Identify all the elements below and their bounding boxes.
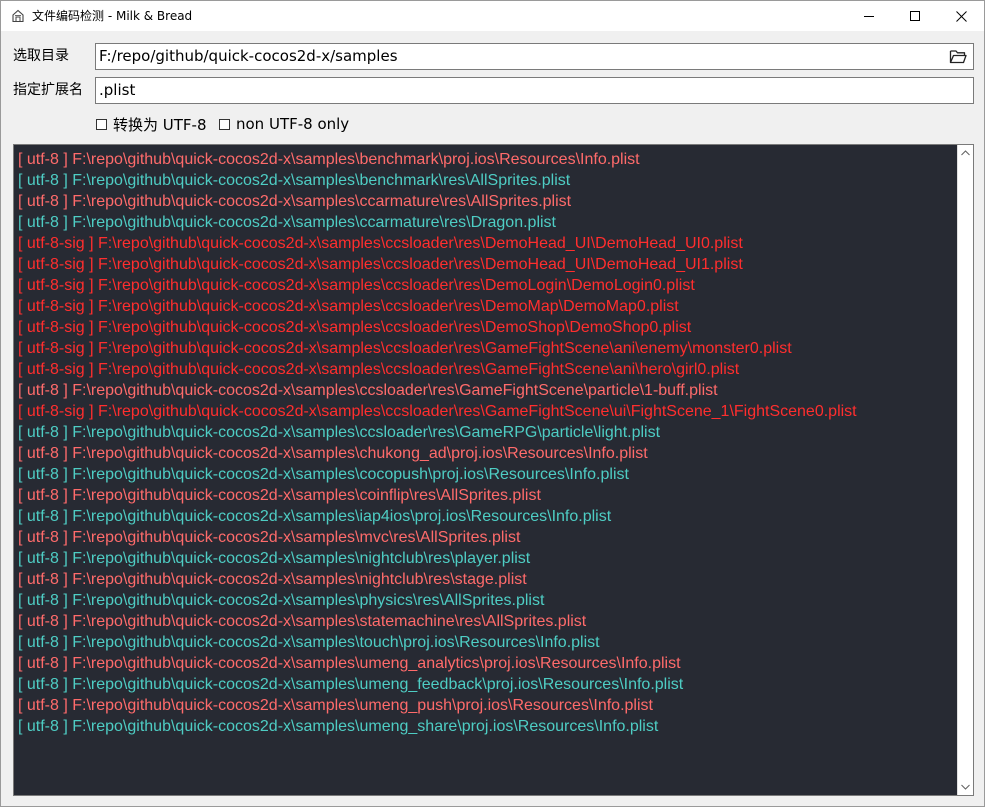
non-utf8-only-checkbox[interactable]: non UTF-8 only [219, 115, 349, 133]
convert-utf8-label: 转换为 UTF-8 [113, 115, 207, 134]
scroll-up-button[interactable] [958, 145, 973, 161]
extension-input[interactable]: .plist [95, 77, 974, 104]
scroll-down-button[interactable] [958, 779, 973, 795]
log-line: [ utf-8 ] F:\repo\github\quick-cocos2d-x… [18, 718, 659, 735]
checkbox-box[interactable] [96, 118, 107, 130]
window-title: 文件编码检测 - Milk & Bread [32, 9, 193, 23]
title-bar[interactable]: 文件编码检测 - Milk & Bread [1, 1, 984, 31]
minimize-button[interactable] [846, 1, 892, 31]
log-line: [ utf-8 ] F:\repo\github\quick-cocos2d-x… [18, 193, 572, 210]
log-line: [ utf-8-sig ] F:\repo\github\quick-cocos… [18, 235, 743, 252]
extension-input-value: .plist [99, 81, 136, 99]
result-log[interactable]: [ utf-8 ] F:\repo\github\quick-cocos2d-x… [13, 144, 974, 796]
log-line: [ utf-8-sig ] F:\repo\github\quick-cocos… [18, 256, 743, 273]
log-line: [ utf-8 ] F:\repo\github\quick-cocos2d-x… [18, 214, 556, 231]
minimize-icon [864, 16, 874, 17]
non-utf8-only-label: non UTF-8 only [236, 115, 350, 133]
maximize-icon [910, 11, 920, 21]
maximize-button[interactable] [892, 1, 938, 31]
log-line: [ utf-8 ] F:\repo\github\quick-cocos2d-x… [18, 466, 629, 483]
log-line: [ utf-8-sig ] F:\repo\github\quick-cocos… [18, 298, 679, 315]
log-line: [ utf-8 ] F:\repo\github\quick-cocos2d-x… [18, 445, 648, 462]
log-line: [ utf-8 ] F:\repo\github\quick-cocos2d-x… [18, 571, 527, 588]
log-line: [ utf-8-sig ] F:\repo\github\quick-cocos… [18, 361, 740, 378]
log-line: [ utf-8 ] F:\repo\github\quick-cocos2d-x… [18, 151, 640, 168]
log-line: [ utf-8 ] F:\repo\github\quick-cocos2d-x… [18, 655, 681, 672]
app-icon [12, 9, 24, 23]
app-window: 文件编码检测 - Milk & Bread 选取目录 F:/repo/githu… [0, 0, 985, 807]
directory-input[interactable]: F:/repo/github/quick-cocos2d-x/samples [95, 43, 974, 70]
checkbox-box[interactable] [219, 118, 230, 130]
log-line: [ utf-8-sig ] F:\repo\github\quick-cocos… [18, 277, 695, 294]
directory-label: 选取目录 [13, 48, 69, 64]
chevron-down-icon [961, 784, 970, 790]
log-line: [ utf-8 ] F:\repo\github\quick-cocos2d-x… [18, 697, 653, 714]
log-line: [ utf-8 ] F:\repo\github\quick-cocos2d-x… [18, 487, 541, 504]
log-line: [ utf-8 ] F:\repo\github\quick-cocos2d-x… [18, 172, 571, 189]
log-lines: [ utf-8 ] F:\repo\github\quick-cocos2d-x… [18, 149, 958, 737]
chevron-up-icon [961, 150, 970, 156]
log-line: [ utf-8 ] F:\repo\github\quick-cocos2d-x… [18, 508, 612, 525]
log-line: [ utf-8-sig ] F:\repo\github\quick-cocos… [18, 403, 857, 420]
log-line: [ utf-8 ] F:\repo\github\quick-cocos2d-x… [18, 529, 521, 546]
extension-label: 指定扩展名 [13, 82, 83, 98]
log-line: [ utf-8 ] F:\repo\github\quick-cocos2d-x… [18, 550, 531, 567]
log-line: [ utf-8-sig ] F:\repo\github\quick-cocos… [18, 340, 792, 357]
log-line: [ utf-8-sig ] F:\repo\github\quick-cocos… [18, 319, 692, 336]
log-line: [ utf-8 ] F:\repo\github\quick-cocos2d-x… [18, 382, 718, 399]
log-line: [ utf-8 ] F:\repo\github\quick-cocos2d-x… [18, 613, 587, 630]
log-line: [ utf-8 ] F:\repo\github\quick-cocos2d-x… [18, 424, 661, 441]
close-button[interactable] [938, 1, 984, 31]
folder-open-icon[interactable] [949, 48, 967, 65]
close-icon [955, 10, 967, 22]
vertical-scrollbar[interactable] [957, 145, 973, 795]
log-line: [ utf-8 ] F:\repo\github\quick-cocos2d-x… [18, 634, 600, 651]
log-line: [ utf-8 ] F:\repo\github\quick-cocos2d-x… [18, 592, 545, 609]
directory-input-value: F:/repo/github/quick-cocos2d-x/samples [99, 47, 398, 65]
convert-utf8-checkbox[interactable]: 转换为 UTF-8 [96, 115, 207, 134]
log-line: [ utf-8 ] F:\repo\github\quick-cocos2d-x… [18, 676, 684, 693]
